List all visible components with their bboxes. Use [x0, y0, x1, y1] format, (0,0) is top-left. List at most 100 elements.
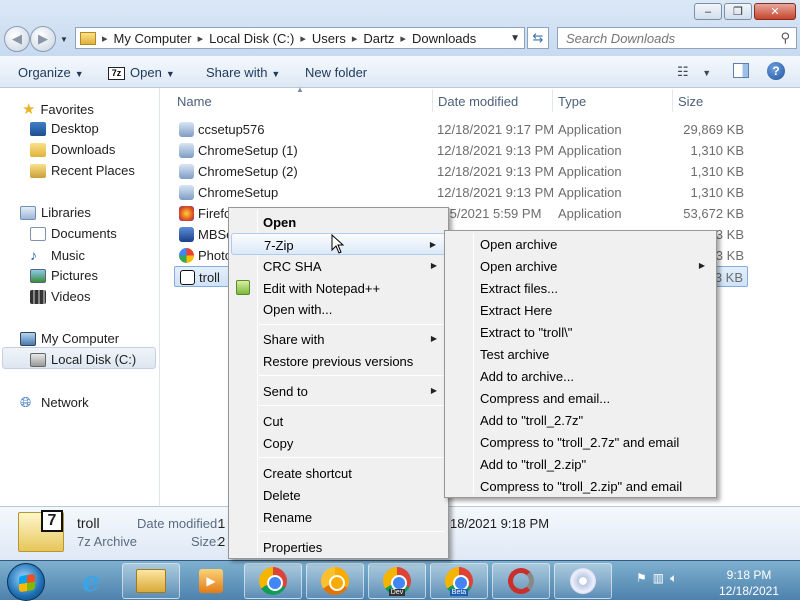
- back-button[interactable]: ◀: [4, 26, 30, 52]
- column-divider[interactable]: [432, 90, 433, 112]
- nav-documents[interactable]: Documents: [30, 226, 117, 241]
- breadcrumb-local-disk[interactable]: Local Disk (C:): [209, 31, 294, 46]
- menu-item-restore[interactable]: Restore previous versions: [231, 350, 446, 372]
- organize-button[interactable]: Organize ▼: [18, 65, 84, 80]
- nav-downloads[interactable]: Downloads: [30, 142, 115, 157]
- breadcrumb-separator-icon[interactable]: ▸: [300, 32, 306, 45]
- taskbar-chrome-beta[interactable]: Beta: [430, 563, 488, 599]
- submenu-item-open-archive-type[interactable]: Open archive ▶: [447, 255, 714, 277]
- file-row[interactable]: ChromeSetup (1) 12/18/2021 9:13 PM Appli…: [174, 140, 748, 161]
- minimize-button[interactable]: –: [694, 3, 722, 20]
- submenu-item-compress-7z-email[interactable]: Compress to "troll_2.7z" and email: [447, 431, 714, 453]
- start-button[interactable]: [7, 563, 45, 601]
- taskbar-chrome-canary[interactable]: [306, 563, 364, 599]
- column-header-size[interactable]: Size: [678, 94, 703, 109]
- submenu-item-add-to-7z[interactable]: Add to "troll_2.7z": [447, 409, 714, 431]
- submenu-item-extract-to[interactable]: Extract to "troll\": [447, 321, 714, 343]
- submenu-item-compress-email[interactable]: Compress and email...: [447, 387, 714, 409]
- submenu-item-open-archive[interactable]: Open archive: [447, 233, 714, 255]
- submenu-item-test-archive[interactable]: Test archive: [447, 343, 714, 365]
- menu-item-delete[interactable]: Delete: [231, 484, 446, 506]
- submenu-item-add-to-zip[interactable]: Add to "troll_2.zip": [447, 453, 714, 475]
- taskbar-explorer[interactable]: [122, 563, 180, 599]
- file-type: Application: [558, 185, 622, 200]
- menu-separator: [259, 405, 445, 406]
- breadcrumb-users[interactable]: Users: [312, 31, 346, 46]
- nav-desktop[interactable]: Desktop: [30, 121, 99, 136]
- refresh-button[interactable]: ⇆: [527, 27, 549, 49]
- address-dropdown-icon[interactable]: ▼: [510, 33, 520, 44]
- breadcrumb-my-computer[interactable]: My Computer: [114, 31, 192, 46]
- menu-item-open-with[interactable]: Open with...: [231, 298, 446, 320]
- nav-my-computer[interactable]: My Computer: [20, 331, 119, 346]
- menu-item-rename[interactable]: Rename: [231, 506, 446, 528]
- taskbar-chrome-dev[interactable]: Dev: [368, 563, 426, 599]
- taskbar-media-player[interactable]: ▶: [182, 563, 240, 599]
- network-tray-icon[interactable]: ▥: [653, 571, 664, 586]
- breadcrumb-separator-icon: ▸: [102, 32, 108, 45]
- menu-item-copy[interactable]: Copy: [231, 432, 446, 454]
- internet-explorer-icon: e: [82, 564, 100, 598]
- volume-icon[interactable]: 🔈︎: [670, 571, 677, 586]
- malwarebytes-icon: [179, 227, 194, 242]
- nav-videos[interactable]: Videos: [30, 289, 91, 304]
- breadcrumb-downloads[interactable]: Downloads: [412, 31, 476, 46]
- new-folder-button[interactable]: New folder: [305, 65, 367, 80]
- preview-pane-icon[interactable]: [733, 63, 749, 78]
- nav-libraries[interactable]: Libraries: [20, 205, 91, 220]
- menu-item-label: Send to: [263, 384, 308, 399]
- menu-item-properties[interactable]: Properties: [231, 536, 446, 558]
- submenu-item-compress-zip-email[interactable]: Compress to "troll_2.zip" and email: [447, 475, 714, 497]
- breadcrumb-separator-icon[interactable]: ▸: [198, 32, 204, 45]
- taskbar-chrome[interactable]: [244, 563, 302, 599]
- nav-downloads-label: Downloads: [51, 142, 116, 157]
- breadcrumb-separator-icon[interactable]: ▸: [352, 32, 358, 45]
- menu-item-edit-notepad[interactable]: Edit with Notepad++: [231, 277, 446, 299]
- column-header-date-modified[interactable]: Date modified: [438, 94, 518, 109]
- column-header-type[interactable]: Type: [558, 94, 586, 109]
- taskbar-ccleaner[interactable]: [492, 563, 550, 599]
- view-options-icon[interactable]: ☷ ▼: [677, 64, 711, 80]
- file-row[interactable]: ChromeSetup 12/18/2021 9:13 PM Applicati…: [174, 182, 748, 203]
- help-icon[interactable]: ?: [767, 62, 785, 80]
- menu-item-share-with[interactable]: Share with ▶: [231, 328, 446, 350]
- search-icon[interactable]: ⚲: [780, 30, 790, 46]
- menu-item-create-shortcut[interactable]: Create shortcut: [231, 462, 446, 484]
- close-button[interactable]: ✕: [754, 3, 796, 20]
- submenu-item-extract-here[interactable]: Extract Here: [447, 299, 714, 321]
- nav-network[interactable]: 🌐︎ Network: [20, 394, 89, 411]
- menu-item-send-to[interactable]: Send to ▶: [231, 380, 446, 402]
- file-name: ChromeSetup (1): [198, 143, 298, 158]
- menu-item-cut[interactable]: Cut: [231, 410, 446, 432]
- nav-local-disk[interactable]: Local Disk (C:): [30, 352, 136, 367]
- menu-item-open[interactable]: Open: [231, 211, 446, 233]
- file-row[interactable]: ChromeSetup (2) 12/18/2021 9:13 PM Appli…: [174, 161, 748, 182]
- column-divider[interactable]: [672, 90, 673, 112]
- taskbar-ie[interactable]: e: [62, 563, 120, 599]
- system-clock[interactable]: 9:18 PM 12/18/2021: [704, 567, 794, 599]
- search-box[interactable]: ⚲: [557, 27, 797, 49]
- taskbar-installer[interactable]: [554, 563, 612, 599]
- submenu-item-extract-files[interactable]: Extract files...: [447, 277, 714, 299]
- menu-item-label: Extract files...: [480, 281, 559, 296]
- search-input[interactable]: [566, 30, 766, 46]
- nav-music[interactable]: ♪ Music: [30, 247, 85, 263]
- share-with-button[interactable]: Share with ▼: [206, 65, 280, 80]
- action-center-flag-icon[interactable]: ⚑: [636, 571, 647, 586]
- open-button[interactable]: 7z Open ▼: [108, 65, 175, 81]
- submenu-item-add-to-archive[interactable]: Add to archive...: [447, 365, 714, 387]
- menu-item-crc-sha[interactable]: CRC SHA ▶: [231, 255, 446, 277]
- column-divider[interactable]: [552, 90, 553, 112]
- menu-item-label: Test archive: [480, 347, 550, 362]
- maximize-button[interactable]: ❐: [724, 3, 752, 20]
- column-header-name[interactable]: Name: [177, 94, 212, 109]
- nav-recent-places[interactable]: Recent Places: [30, 163, 135, 178]
- breadcrumb-separator-icon[interactable]: ▸: [400, 32, 406, 45]
- nav-pictures[interactable]: Pictures: [30, 268, 98, 283]
- file-row[interactable]: ccsetup576 12/18/2021 9:17 PM Applicatio…: [174, 119, 748, 140]
- recent-pages-dropdown[interactable]: ▼: [60, 35, 68, 44]
- nav-favorites[interactable]: ★ Favorites: [22, 100, 94, 118]
- forward-button[interactable]: ▶: [30, 26, 56, 52]
- breadcrumb-dartz[interactable]: Dartz: [363, 31, 394, 46]
- address-bar[interactable]: ▸ My Computer ▸ Local Disk (C:) ▸ Users …: [75, 27, 525, 49]
